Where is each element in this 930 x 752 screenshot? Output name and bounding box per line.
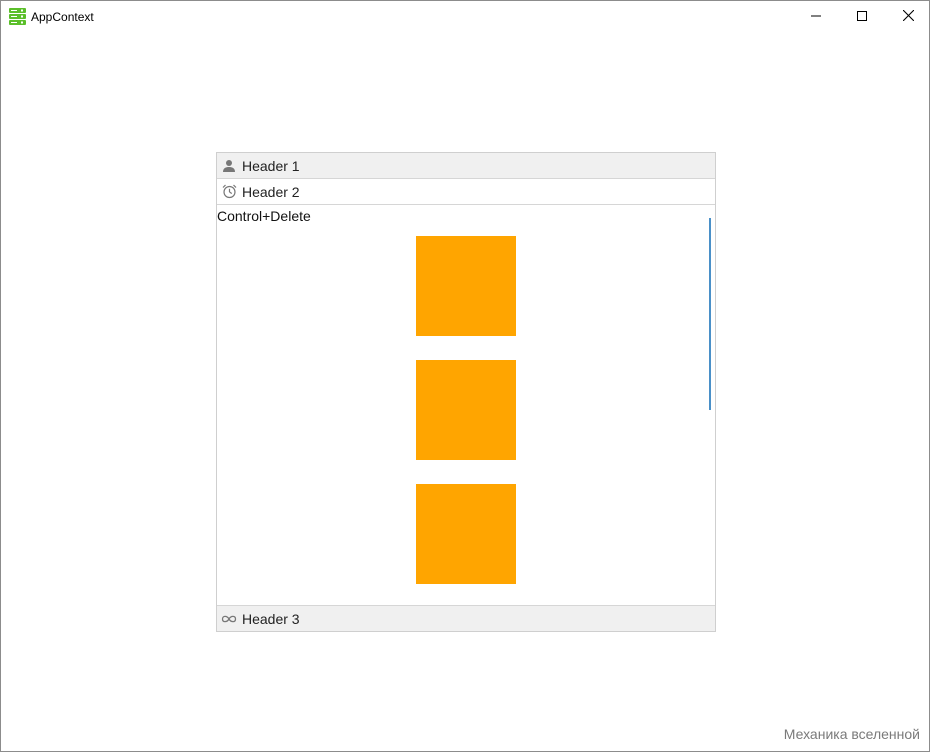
accordion-header-1[interactable]: Header 1 — [217, 153, 715, 179]
close-icon — [902, 8, 914, 26]
minimize-icon — [811, 8, 821, 26]
orange-square — [416, 360, 516, 460]
orange-square — [416, 236, 516, 336]
accordion: Header 1 Header 2 Control+Delete Header … — [216, 152, 716, 632]
vertical-scrollbar[interactable] — [709, 218, 711, 410]
server-stack-icon — [9, 8, 26, 25]
title-bar[interactable]: AppContext — [1, 1, 929, 32]
maximize-button[interactable] — [839, 1, 885, 32]
orange-square — [416, 484, 516, 584]
accordion-header-3[interactable]: Header 3 — [217, 605, 715, 631]
minimize-button[interactable] — [793, 1, 839, 32]
accordion-header-2[interactable]: Header 2 — [217, 179, 715, 205]
window-title: AppContext — [31, 10, 94, 24]
accordion-header-label: Header 3 — [242, 610, 300, 627]
footer-caption: Механика вселенной — [783, 726, 920, 742]
app-window: AppContext Header 1 Header 2 Control+Del… — [0, 0, 930, 752]
accordion-header-label: Header 1 — [242, 157, 300, 174]
accordion-content: Control+Delete — [217, 205, 715, 605]
accordion-header-label: Header 2 — [242, 183, 300, 200]
alarm-clock-icon — [221, 184, 237, 200]
person-icon — [221, 158, 237, 174]
close-button[interactable] — [885, 1, 929, 32]
maximize-icon — [857, 8, 867, 26]
content-label: Control+Delete — [217, 208, 311, 224]
infinity-icon — [221, 611, 237, 627]
